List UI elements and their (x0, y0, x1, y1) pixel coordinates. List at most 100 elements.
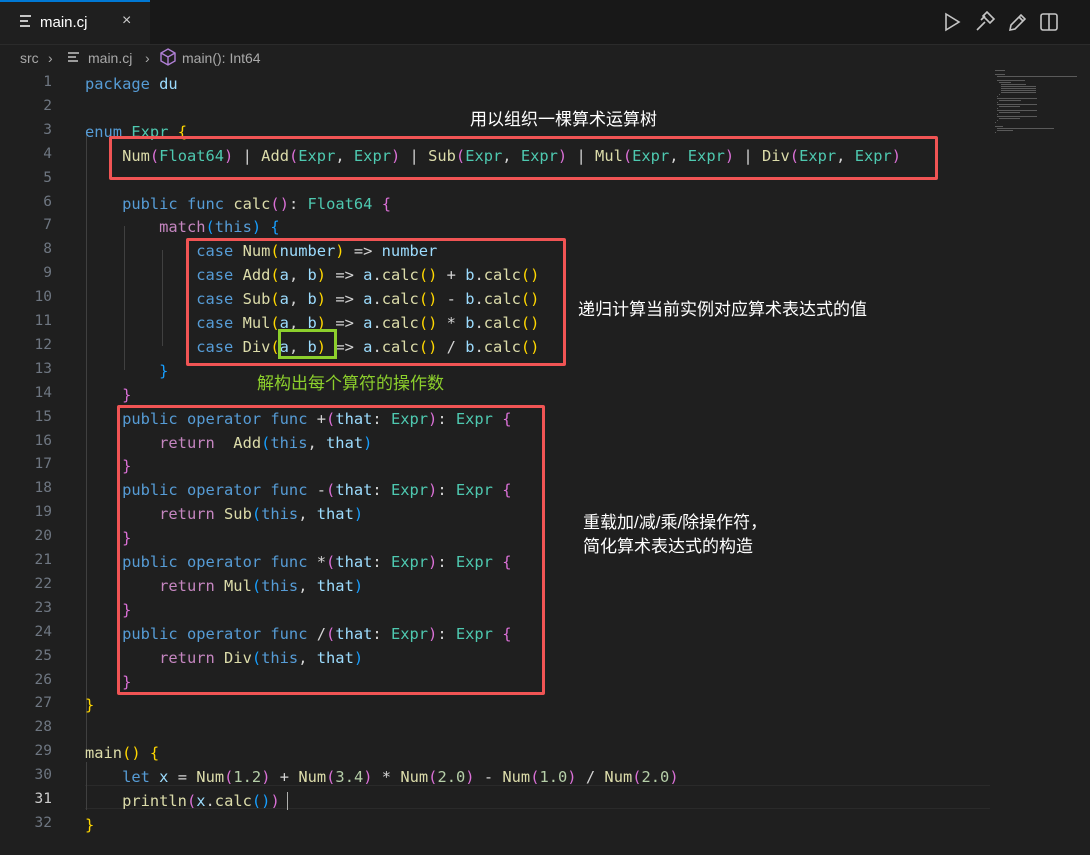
line-number: 18 (34, 480, 52, 497)
line-number: 22 (34, 575, 52, 592)
minimap-line (999, 100, 1021, 101)
minimap-line (997, 130, 1014, 131)
line-number: 7 (43, 217, 52, 234)
line-number: 16 (34, 432, 52, 449)
minimap-line (997, 108, 998, 109)
code-line[interactable]: } (85, 383, 131, 407)
minimap-line (999, 118, 1020, 119)
code-line[interactable]: main() { (85, 741, 159, 765)
code-line[interactable]: } (85, 693, 94, 717)
minimap-line (997, 128, 1054, 129)
method-cube-icon (160, 48, 176, 69)
code-line[interactable]: package du (85, 72, 178, 96)
minimap[interactable] (995, 70, 1090, 150)
code-line[interactable]: } (85, 359, 168, 383)
annotation-recursive-calc: 递归计算当前实例对应算术表达式的值 (578, 300, 867, 319)
minimap-line (995, 132, 996, 133)
minimap-line (1001, 86, 1037, 87)
line-number: 4 (43, 145, 52, 162)
line-number: 30 (34, 767, 52, 784)
annotation-destructure: 解构出每个算符的操作数 (257, 374, 444, 393)
line-number: 23 (34, 599, 52, 616)
minimap-line (997, 102, 998, 103)
line-number: 19 (34, 504, 52, 521)
chevron-right-icon: › (48, 50, 53, 66)
lines-file-icon (20, 15, 31, 30)
tab-main-cj[interactable]: main.cj × (0, 0, 150, 44)
minimap-line (997, 114, 998, 115)
minimap-line (997, 76, 1077, 77)
annotation-operators-2: 简化算术表达式的构造 (583, 537, 753, 556)
minimap-line (995, 70, 1005, 71)
split-editor-icon[interactable] (1039, 11, 1059, 33)
minimap-line (997, 80, 1025, 81)
minimap-line (1001, 84, 1026, 85)
destructure-highlight-box (278, 329, 337, 359)
minimap-line (999, 94, 1000, 95)
match-cases-highlight-box (186, 238, 566, 366)
minimap-line (997, 116, 1037, 117)
minimap-line (997, 104, 1037, 105)
minimap-line (995, 122, 996, 123)
line-number: 28 (34, 719, 52, 736)
line-number: 11 (34, 313, 52, 329)
minimap-line (999, 106, 1020, 107)
line-number: 20 (34, 528, 52, 545)
code-line[interactable]: let x = Num(1.2) + Num(3.4) * Num(2.0) -… (85, 765, 679, 789)
line-number: 14 (34, 384, 52, 401)
line-number: 8 (43, 241, 52, 258)
line-number: 15 (34, 408, 52, 425)
code-line[interactable]: match(this) { (85, 215, 280, 239)
minimap-line (1001, 90, 1037, 91)
close-icon[interactable]: × (122, 12, 131, 30)
code-line[interactable]: println(x.calc()) (85, 789, 280, 813)
line-number: 21 (34, 552, 52, 568)
minimap-line (997, 96, 998, 97)
code-line[interactable]: public func calc(): Float64 { (85, 192, 391, 216)
minimap-line (995, 126, 1003, 127)
enum-variants-highlight-box (109, 136, 938, 180)
line-number: 2 (43, 97, 52, 114)
minimap-line (999, 112, 1020, 113)
line-number: 1 (43, 74, 52, 90)
minimap-line (997, 98, 1037, 99)
line-number: 5 (43, 169, 52, 186)
line-number: 3 (43, 121, 52, 138)
line-number: 29 (34, 743, 52, 760)
line-number: 6 (43, 193, 52, 210)
lines-file-icon (68, 52, 79, 64)
run-icon[interactable] (942, 11, 962, 33)
line-number: 13 (34, 360, 52, 377)
line-number: 17 (34, 456, 52, 473)
breadcrumb-folder[interactable]: src (20, 50, 39, 66)
line-number: 26 (34, 671, 52, 688)
line-number: 27 (34, 695, 52, 712)
operators-highlight-box (117, 405, 545, 695)
breadcrumb: src › main.cj › main(): Int64 (0, 44, 1090, 72)
tab-label: main.cj (40, 14, 88, 31)
tab-bar: main.cj × (0, 0, 1090, 45)
text-cursor (287, 792, 288, 810)
chevron-right-icon: › (145, 50, 150, 66)
line-number: 32 (34, 814, 52, 831)
breadcrumb-symbol[interactable]: main(): Int64 (182, 50, 261, 66)
line-number: 24 (34, 623, 52, 640)
line-number: 12 (34, 336, 52, 353)
line-number: 10 (34, 289, 52, 306)
minimap-line (999, 82, 1012, 83)
code-line[interactable]: } (85, 813, 94, 837)
minimap-line (1001, 88, 1037, 89)
minimap-line (995, 74, 1006, 75)
minimap-line (1001, 92, 1037, 93)
line-number: 9 (43, 265, 52, 282)
line-number: 25 (34, 647, 52, 664)
edit-icon[interactable] (1007, 11, 1027, 33)
annotation-operators-1: 重载加/减/乘/除操作符， (583, 513, 768, 532)
build-icon[interactable] (974, 10, 996, 33)
code-editor[interactable]: 1 2 3 4 5 6 7 8 9 10 11 12 13 14 15 16 17 18 19 20 21 22 23 24 2… (0, 72, 1090, 855)
breadcrumb-file[interactable]: main.cj (88, 50, 132, 66)
annotation-enum-tree: 用以组织一棵算术运算树 (470, 110, 657, 129)
minimap-line (997, 110, 1037, 111)
line-number: 31 (34, 791, 52, 807)
minimap-line (997, 120, 998, 121)
